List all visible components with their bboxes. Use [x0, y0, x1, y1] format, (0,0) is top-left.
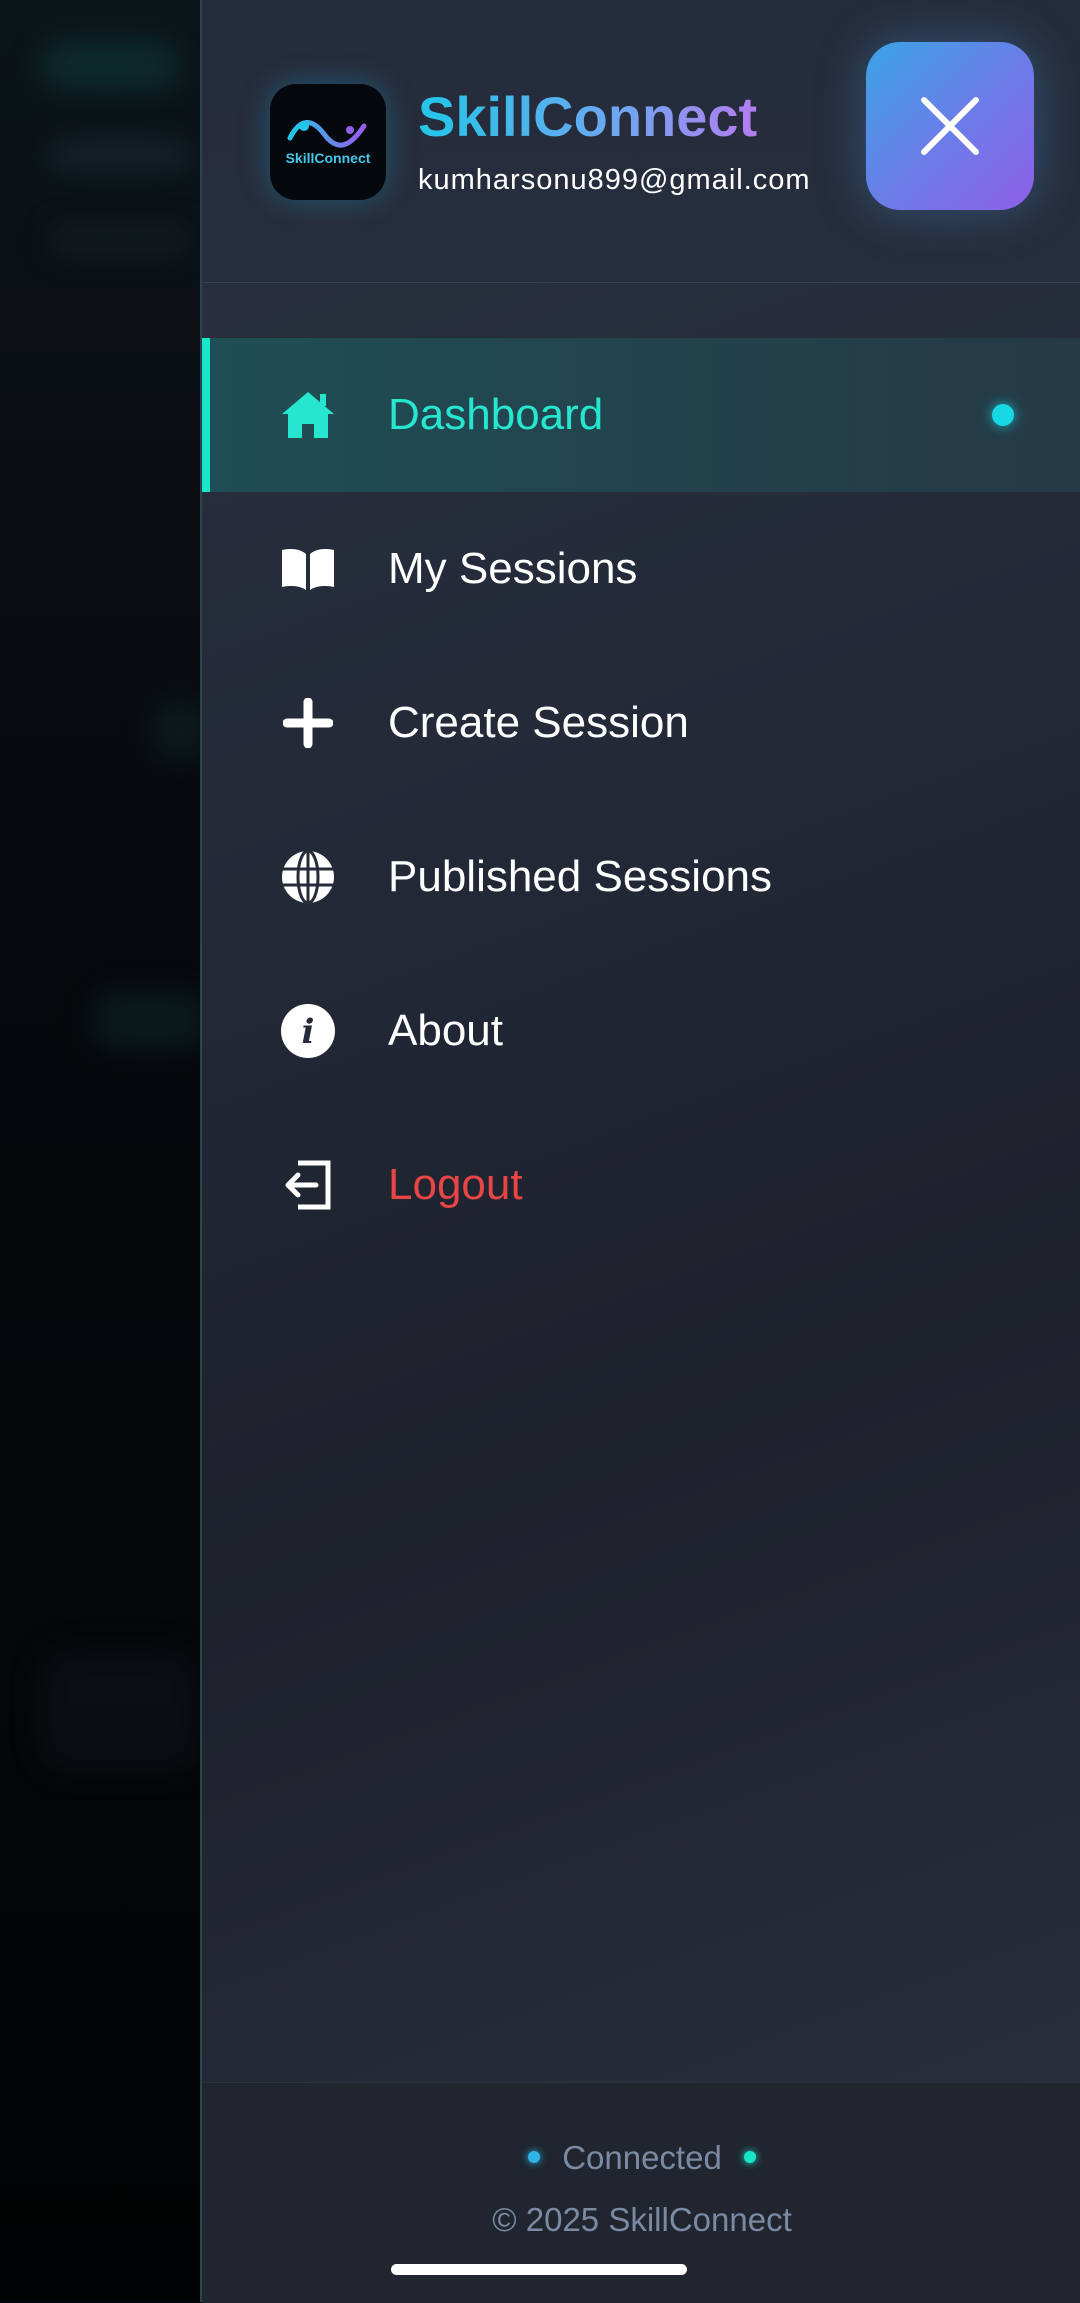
bg-blur-shape — [90, 990, 210, 1050]
globe-icon — [280, 849, 336, 905]
status-dot-icon — [743, 2151, 756, 2164]
drawer-header: SkillConnect SkillConnect kumharsonu899@… — [202, 0, 1080, 283]
background-app[interactable] — [0, 0, 210, 2302]
status-dot-icon — [528, 2151, 541, 2164]
menu-item-label: Published Sessions — [388, 852, 773, 901]
menu-item-published-sessions[interactable]: Published Sessions — [202, 800, 1080, 954]
status-text: Connected — [562, 2139, 722, 2176]
menu-item-label: Create Session — [388, 698, 689, 747]
svg-text:i: i — [302, 1012, 315, 1052]
app-title: SkillConnect — [418, 85, 758, 148]
menu-item-my-sessions[interactable]: My Sessions — [202, 492, 1080, 646]
active-indicator-dot — [992, 404, 1014, 426]
menu-item-label: Dashboard — [388, 390, 604, 439]
bg-blur-shape — [50, 225, 190, 255]
menu-item-create-session[interactable]: Create Session — [202, 646, 1080, 800]
logo-text: SkillConnect — [285, 150, 371, 166]
menu-item-about[interactable]: i About — [202, 954, 1080, 1108]
bg-blur-shape — [40, 1650, 200, 1770]
menu-item-label: Logout — [388, 1160, 523, 1209]
book-icon — [280, 541, 336, 597]
home-icon — [280, 387, 336, 443]
bg-blur-shape — [50, 140, 190, 170]
app-logo: SkillConnect — [270, 84, 386, 200]
menu-item-logout[interactable]: Logout — [202, 1108, 1080, 1262]
menu-item-label: My Sessions — [388, 544, 638, 593]
info-icon: i — [280, 1003, 336, 1059]
connection-status: Connected — [202, 2139, 1080, 2177]
user-email: kumharsonu899@gmail.com — [418, 164, 811, 196]
logo-wave-icon — [287, 120, 367, 148]
close-drawer-button[interactable] — [866, 42, 1034, 210]
logout-icon — [280, 1157, 336, 1213]
plus-icon — [280, 695, 336, 751]
close-icon — [921, 97, 979, 155]
home-indicator[interactable] — [391, 2264, 687, 2275]
drawer-menu: Dashboard My Sessions Create Session Pub… — [202, 338, 1080, 1262]
copyright-text: © 2025 SkillConnect — [492, 2201, 792, 2238]
bg-blur-shape — [40, 40, 180, 90]
navigation-drawer: SkillConnect SkillConnect kumharsonu899@… — [200, 0, 1080, 2303]
menu-item-label: About — [388, 1006, 503, 1055]
menu-item-dashboard[interactable]: Dashboard — [202, 338, 1080, 492]
